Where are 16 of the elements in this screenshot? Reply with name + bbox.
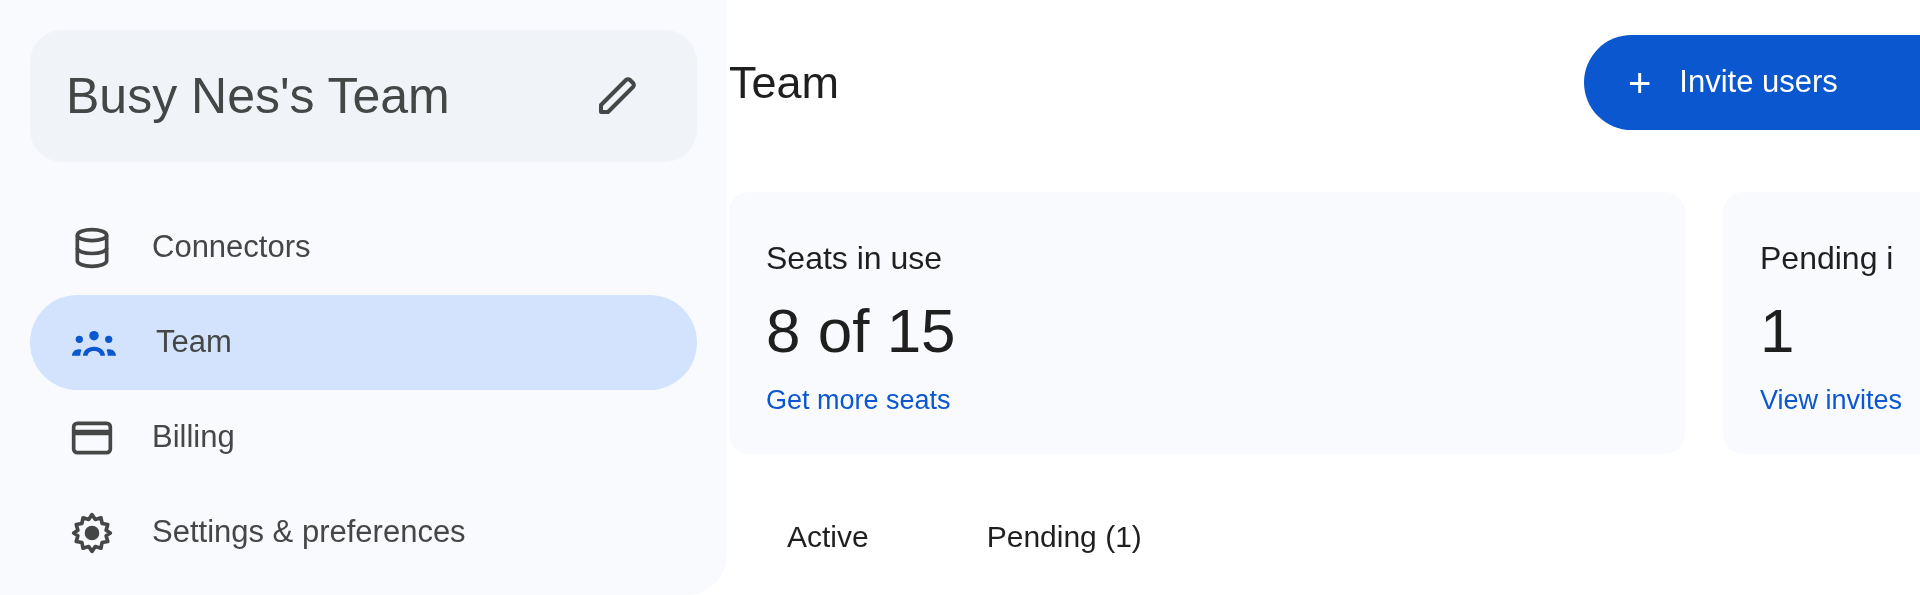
tab[interactable]: Active (787, 514, 869, 559)
page-title: Team (729, 55, 840, 110)
nav-item[interactable]: Billing (30, 390, 697, 485)
stat-value: 8 of 15 (766, 295, 957, 367)
settings-icon (70, 510, 114, 555)
stat-link[interactable]: View invites (1760, 379, 1920, 420)
nav-item[interactable]: Team (30, 295, 697, 390)
nav-item[interactable]: Connectors (30, 200, 697, 295)
nav-item[interactable]: Settings & preferences (30, 485, 697, 580)
team-name: Busy Nes's Team (66, 66, 450, 126)
tab[interactable]: Pending (1) (986, 514, 1142, 559)
stat-link[interactable]: Get more seats (766, 379, 1685, 420)
stat-value: 1 (1760, 295, 1796, 367)
stat-title: Seats in use (766, 239, 944, 278)
stat-title: Pending i (1760, 239, 1895, 278)
invite-users-button[interactable]: + Invite users (1584, 35, 1920, 130)
